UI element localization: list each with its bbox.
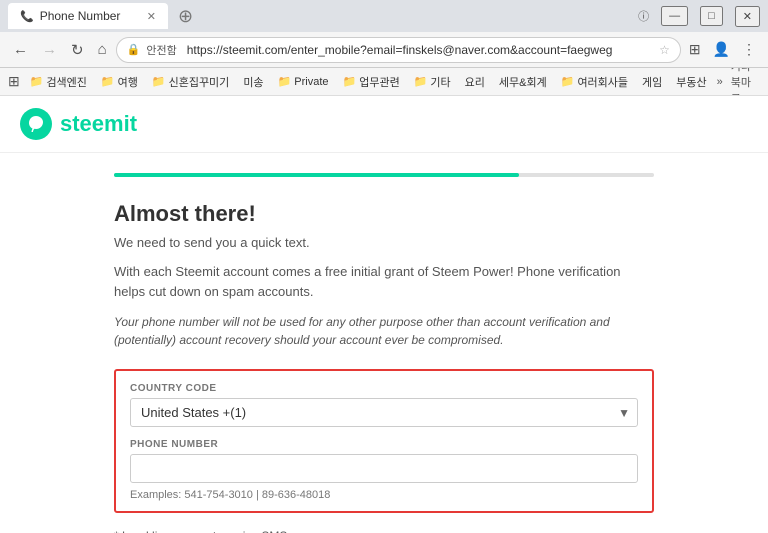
url-display: https://steemit.com/enter_mobile?email=f… — [187, 43, 653, 57]
examples-text: Examples: 541-754-3010 | 89-636-48018 — [130, 489, 638, 501]
phone-number-input[interactable] — [130, 454, 638, 483]
steemit-logo[interactable]: steemit — [20, 108, 137, 140]
navigation-bar: ← → ↻ ⌂ 🔒 안전함 https://steemit.com/enter_… — [0, 32, 768, 68]
refresh-button[interactable]: ↻ — [66, 39, 89, 61]
folder-icon: 📁 — [278, 75, 292, 88]
bookmark-private[interactable]: 📁 Private — [274, 74, 333, 89]
bookmarks-more-button[interactable]: » — [717, 76, 723, 88]
profile-button[interactable]: 👤 — [709, 39, 734, 60]
bookmark-icon[interactable]: ☆ — [659, 43, 670, 57]
bookmark-label: 검색엔진 — [46, 74, 86, 90]
bookmark-label: 여행 — [118, 74, 138, 90]
bookmark-여러회사들[interactable]: 📁 여러회사들 — [557, 73, 632, 91]
bookmark-label: 요리 — [465, 74, 485, 90]
maximize-button[interactable]: □ — [700, 6, 723, 26]
bookmark-label: 여러회사들 — [577, 74, 628, 90]
window-controls: ⓘ — □ ✕ — [638, 6, 760, 27]
bookmarks-bar: ⊞ 📁 검색엔진 📁 여행 📁 신혼집꾸미기 미송 📁 Private 📁 업무… — [0, 68, 768, 96]
extensions-button[interactable]: ⊞ — [685, 39, 705, 60]
page-title: Almost there! — [114, 201, 654, 227]
bookmark-검색엔진[interactable]: 📁 검색엔진 — [26, 73, 91, 91]
folder-icon: 📁 — [343, 75, 357, 88]
bookmark-label: 미송 — [243, 74, 263, 90]
bookmark-label: 기타 — [430, 74, 450, 90]
logo-circle — [20, 108, 52, 140]
main-container: Almost there! We need to send you a quic… — [84, 153, 684, 533]
apps-icon[interactable]: ⊞ — [8, 73, 20, 90]
security-label: 안전함 — [146, 42, 176, 58]
bookmark-label: Private — [294, 76, 328, 88]
country-select-wrapper: United States +(1) United Kingdom +(44) … — [130, 398, 638, 427]
bookmark-여행[interactable]: 📁 여행 — [97, 73, 142, 91]
italic-disclaimer: Your phone number will not be used for a… — [114, 313, 654, 349]
country-code-label: COUNTRY CODE — [130, 383, 638, 394]
folder-icon: 📁 — [30, 75, 44, 88]
phone-number-field: PHONE NUMBER Examples: 541-754-3010 | 89… — [130, 439, 638, 501]
bookmark-label: 부동산 — [676, 74, 706, 90]
folder-icon: 📁 — [152, 75, 166, 88]
tab-favicon: 📞 — [20, 10, 34, 23]
address-bar[interactable]: 🔒 안전함 https://steemit.com/enter_mobile?e… — [116, 37, 681, 63]
bookmark-기타[interactable]: 📁 기타 — [410, 73, 455, 91]
progress-bar-container — [114, 173, 654, 177]
bookmark-label: 세무&회계 — [499, 74, 547, 90]
tab-strip: 📞 Phone Number ✕ ⊕ — [8, 3, 193, 29]
minimize-button[interactable]: — — [661, 6, 688, 26]
folder-icon: 📁 — [414, 75, 428, 88]
bookmark-부동산[interactable]: 부동산 — [672, 73, 710, 91]
title-bar: 📞 Phone Number ✕ ⊕ ⓘ — □ ✕ — [0, 0, 768, 32]
folder-icon: 📁 — [561, 75, 575, 88]
site-header: steemit — [0, 96, 768, 153]
bookmark-게임[interactable]: 게임 — [638, 73, 666, 91]
bookmark-세무회계[interactable]: 세무&회계 — [495, 73, 551, 91]
tab-close-button[interactable]: ✕ — [147, 10, 156, 23]
note-landlines: * Land lines cannot receive SMS messages — [114, 529, 654, 533]
forward-button[interactable]: → — [37, 39, 62, 60]
page-subtitle: We need to send you a quick text. — [114, 235, 654, 250]
lock-icon: 🔒 — [127, 43, 141, 56]
bookmark-label: 신혼집꾸미기 — [169, 74, 230, 90]
form-section: COUNTRY CODE United States +(1) United K… — [114, 369, 654, 513]
bookmark-미송[interactable]: 미송 — [239, 73, 267, 91]
home-button[interactable]: ⌂ — [93, 39, 112, 60]
active-tab[interactable]: 📞 Phone Number ✕ — [8, 3, 168, 29]
bookmark-신혼집꾸미기[interactable]: 📁 신혼집꾸미기 — [148, 73, 233, 91]
bookmark-업무관련[interactable]: 📁 업무관련 — [339, 73, 404, 91]
settings-button[interactable]: ⋮ — [738, 39, 760, 60]
country-code-field: COUNTRY CODE United States +(1) United K… — [130, 383, 638, 427]
chrome-info: ⓘ — [638, 8, 649, 24]
phone-number-label: PHONE NUMBER — [130, 439, 638, 450]
folder-icon: 📁 — [101, 75, 115, 88]
logo-text: steemit — [60, 111, 137, 137]
bookmark-label: 업무관련 — [359, 74, 399, 90]
steemit-logo-svg — [26, 114, 46, 134]
back-button[interactable]: ← — [8, 39, 33, 60]
bookmark-label: 게임 — [642, 74, 662, 90]
page-content: steemit Almost there! We need to send yo… — [0, 96, 768, 533]
body-text: With each Steemit account comes a free i… — [114, 262, 654, 301]
nav-right-buttons: ⊞ 👤 ⋮ — [685, 39, 760, 60]
progress-bar — [114, 173, 519, 177]
country-select[interactable]: United States +(1) United Kingdom +(44) … — [130, 398, 638, 427]
tab-title: Phone Number — [40, 9, 121, 23]
bookmarks-extra-label: 기타 북마크 — [731, 68, 760, 96]
bookmark-요리[interactable]: 요리 — [461, 73, 489, 91]
notes-section: * Land lines cannot receive SMS messages… — [114, 529, 654, 533]
new-tab-button[interactable]: ⊕ — [178, 6, 193, 27]
close-button[interactable]: ✕ — [735, 6, 760, 27]
